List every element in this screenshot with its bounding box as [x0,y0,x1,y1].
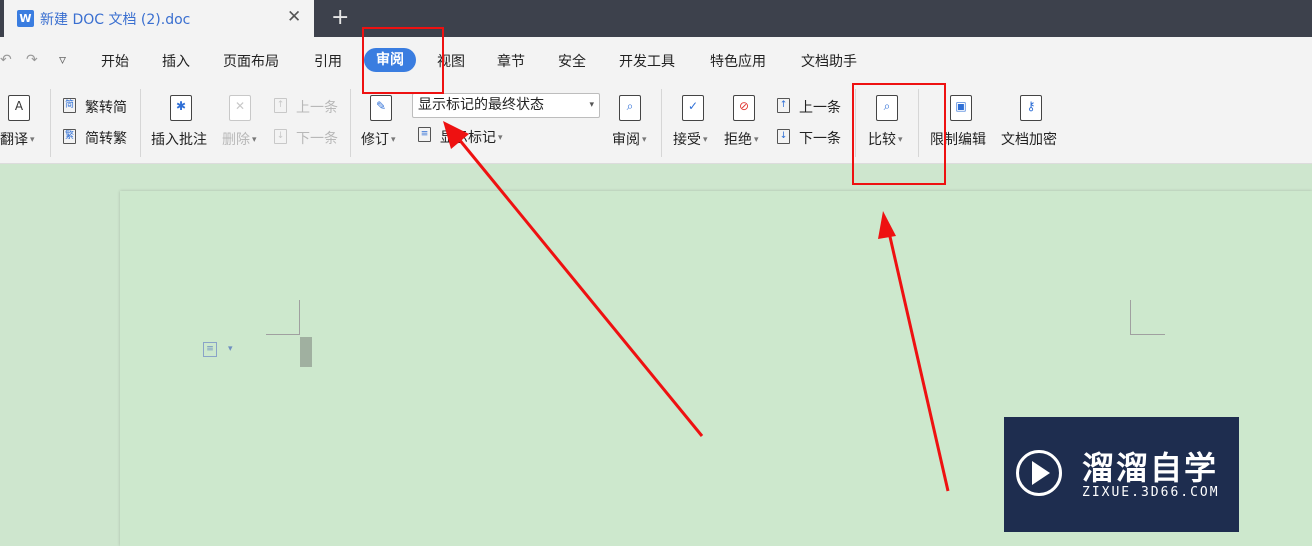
watermark-title: 溜溜自学 [1082,449,1219,487]
arrow-line-to-compare [886,227,950,492]
watermark-logo: 溜溜自学 ZIXUE.3D66.COM [1004,417,1239,532]
watermark-subtitle: ZIXUE.3D66.COM [1082,485,1220,500]
arrowhead-compare [878,211,896,239]
play-icon [1032,461,1050,485]
arrow-line-to-review-tab [456,137,704,437]
